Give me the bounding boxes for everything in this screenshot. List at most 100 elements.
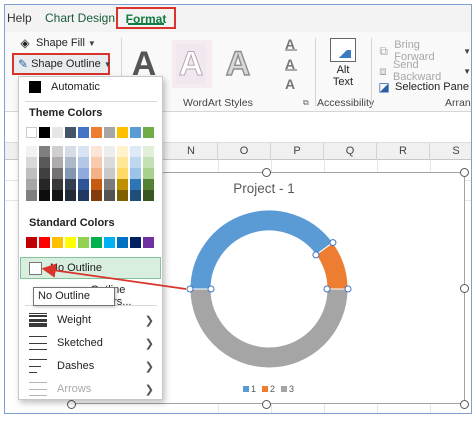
standard-color-swatch[interactable] [65, 237, 76, 248]
point-handle[interactable] [207, 285, 215, 293]
theme-shade-swatch[interactable] [65, 190, 76, 201]
theme-shade-swatch[interactable] [78, 157, 89, 168]
point-handle[interactable] [329, 239, 337, 247]
theme-color-swatch[interactable] [91, 127, 102, 138]
donut-slice[interactable] [189, 288, 349, 369]
theme-shade-swatch[interactable] [130, 168, 141, 179]
theme-shade-swatch[interactable] [117, 168, 128, 179]
theme-shade-swatch[interactable] [39, 168, 50, 179]
donut-slice[interactable] [189, 209, 334, 290]
theme-shade-swatch[interactable] [91, 179, 102, 190]
point-handle[interactable] [323, 285, 331, 293]
theme-shade-swatch[interactable] [91, 157, 102, 168]
dashes-label: Dashes [57, 360, 95, 372]
standard-color-swatch[interactable] [78, 237, 89, 248]
shape-outline-menu: Automatic Theme Colors Standard Colors N… [18, 76, 163, 400]
standard-color-swatch[interactable] [117, 237, 128, 248]
theme-shade-swatch[interactable] [117, 157, 128, 168]
theme-shade-swatch[interactable] [104, 157, 115, 168]
point-handle[interactable] [186, 285, 194, 293]
line-weight-icon [29, 313, 47, 327]
theme-shade-swatch[interactable] [26, 168, 37, 179]
theme-shade-swatch[interactable] [39, 179, 50, 190]
theme-shade-swatch[interactable] [130, 179, 141, 190]
theme-shade-swatch[interactable] [26, 179, 37, 190]
theme-color-swatch[interactable] [143, 127, 154, 138]
automatic-label: Automatic [51, 81, 100, 93]
theme-color-swatch[interactable] [78, 127, 89, 138]
theme-shade-swatch[interactable] [130, 190, 141, 201]
theme-shade-column [104, 146, 115, 201]
theme-shade-swatch[interactable] [143, 190, 154, 201]
theme-shade-swatch[interactable] [130, 157, 141, 168]
theme-shade-column [52, 146, 63, 201]
arrows-submenu[interactable]: Arrows ❯ [19, 378, 162, 400]
point-handle[interactable] [312, 251, 320, 259]
theme-color-swatch[interactable] [130, 127, 141, 138]
theme-shade-swatch[interactable] [78, 190, 89, 201]
theme-shade-swatch[interactable] [39, 190, 50, 201]
theme-color-swatch[interactable] [117, 127, 128, 138]
weight-submenu[interactable]: Weight ❯ [19, 309, 162, 331]
theme-shade-swatch[interactable] [104, 146, 115, 157]
theme-shade-swatch[interactable] [52, 179, 63, 190]
theme-shade-swatch[interactable] [117, 179, 128, 190]
automatic-color-option[interactable]: Automatic [19, 81, 162, 93]
theme-shade-swatch[interactable] [78, 179, 89, 190]
theme-shade-swatch[interactable] [52, 146, 63, 157]
theme-shade-column [91, 146, 102, 201]
theme-shade-swatch[interactable] [65, 146, 76, 157]
theme-shade-column [143, 146, 154, 201]
theme-shade-swatch[interactable] [78, 146, 89, 157]
theme-shade-swatch[interactable] [26, 190, 37, 201]
theme-shade-column [117, 146, 128, 201]
standard-color-swatch[interactable] [143, 237, 154, 248]
chart-legend[interactable]: 1 2 3 [243, 384, 294, 394]
standard-color-swatch[interactable] [104, 237, 115, 248]
theme-shade-swatch[interactable] [143, 157, 154, 168]
no-outline-option[interactable]: No Outline [20, 257, 161, 279]
theme-shade-swatch[interactable] [26, 157, 37, 168]
theme-shade-swatch[interactable] [91, 146, 102, 157]
theme-shade-swatch[interactable] [52, 168, 63, 179]
theme-shade-swatch[interactable] [130, 146, 141, 157]
sketched-label: Sketched [57, 337, 103, 349]
theme-shade-swatch[interactable] [91, 190, 102, 201]
theme-shade-swatch[interactable] [104, 190, 115, 201]
sketched-submenu[interactable]: Sketched ❯ [19, 332, 162, 354]
theme-shade-swatch[interactable] [39, 157, 50, 168]
theme-shade-swatch[interactable] [104, 179, 115, 190]
theme-shades-grid [26, 146, 154, 201]
theme-shade-swatch[interactable] [117, 190, 128, 201]
theme-shade-swatch[interactable] [104, 168, 115, 179]
standard-color-swatch[interactable] [26, 237, 37, 248]
legend-item: 3 [281, 384, 294, 394]
theme-shade-column [65, 146, 76, 201]
theme-shade-swatch[interactable] [65, 168, 76, 179]
theme-shade-swatch[interactable] [143, 146, 154, 157]
theme-shade-swatch[interactable] [78, 168, 89, 179]
theme-shade-swatch[interactable] [143, 179, 154, 190]
theme-color-swatch[interactable] [52, 127, 63, 138]
theme-color-swatch[interactable] [26, 127, 37, 138]
theme-shade-swatch[interactable] [91, 168, 102, 179]
theme-shade-swatch[interactable] [65, 179, 76, 190]
standard-color-swatch[interactable] [39, 237, 50, 248]
point-handle[interactable] [344, 285, 352, 293]
theme-shade-swatch[interactable] [52, 157, 63, 168]
theme-shade-swatch[interactable] [39, 146, 50, 157]
theme-shade-swatch[interactable] [65, 157, 76, 168]
theme-shade-swatch[interactable] [26, 146, 37, 157]
standard-color-swatch[interactable] [130, 237, 141, 248]
theme-colors-heading: Theme Colors [29, 107, 103, 119]
standard-color-swatch[interactable] [52, 237, 63, 248]
theme-color-swatch[interactable] [104, 127, 115, 138]
theme-color-swatch[interactable] [39, 127, 50, 138]
theme-shade-swatch[interactable] [52, 190, 63, 201]
theme-shade-swatch[interactable] [117, 146, 128, 157]
legend-label: 2 [270, 384, 276, 394]
standard-color-swatch[interactable] [91, 237, 102, 248]
dashes-submenu[interactable]: Dashes ❯ [19, 355, 162, 377]
theme-color-swatch[interactable] [65, 127, 76, 138]
theme-shade-swatch[interactable] [143, 168, 154, 179]
